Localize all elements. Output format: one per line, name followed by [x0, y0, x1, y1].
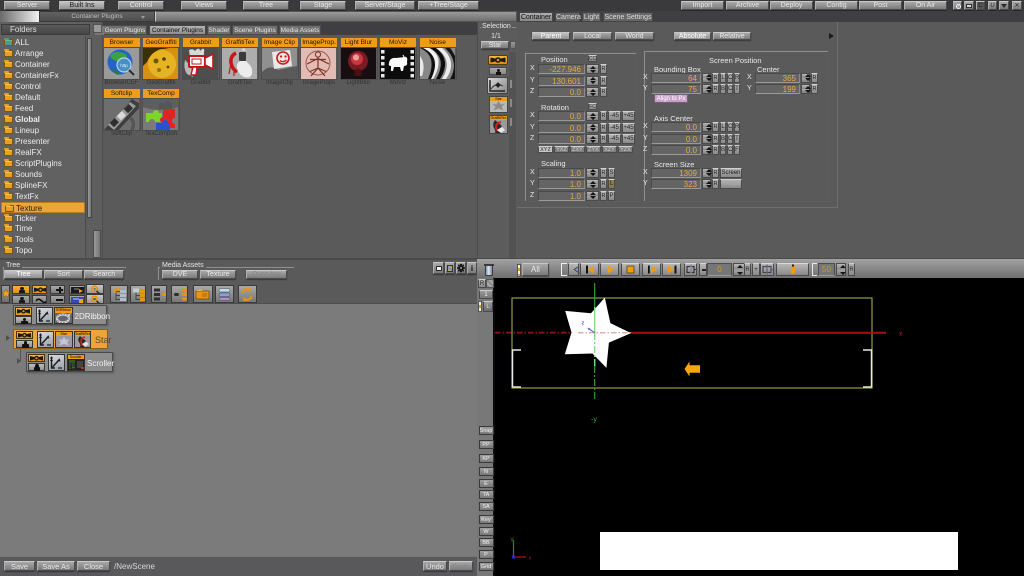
svg-text:z: z [582, 321, 585, 327]
svg-text:x: x [529, 556, 532, 562]
svg-text:http: http [120, 63, 128, 68]
svg-text:-y: -y [591, 417, 597, 424]
svg-text:x: x [899, 332, 903, 338]
svg-text:1:34: 1:34 [69, 366, 75, 370]
svg-text:Y: Y [510, 538, 514, 544]
